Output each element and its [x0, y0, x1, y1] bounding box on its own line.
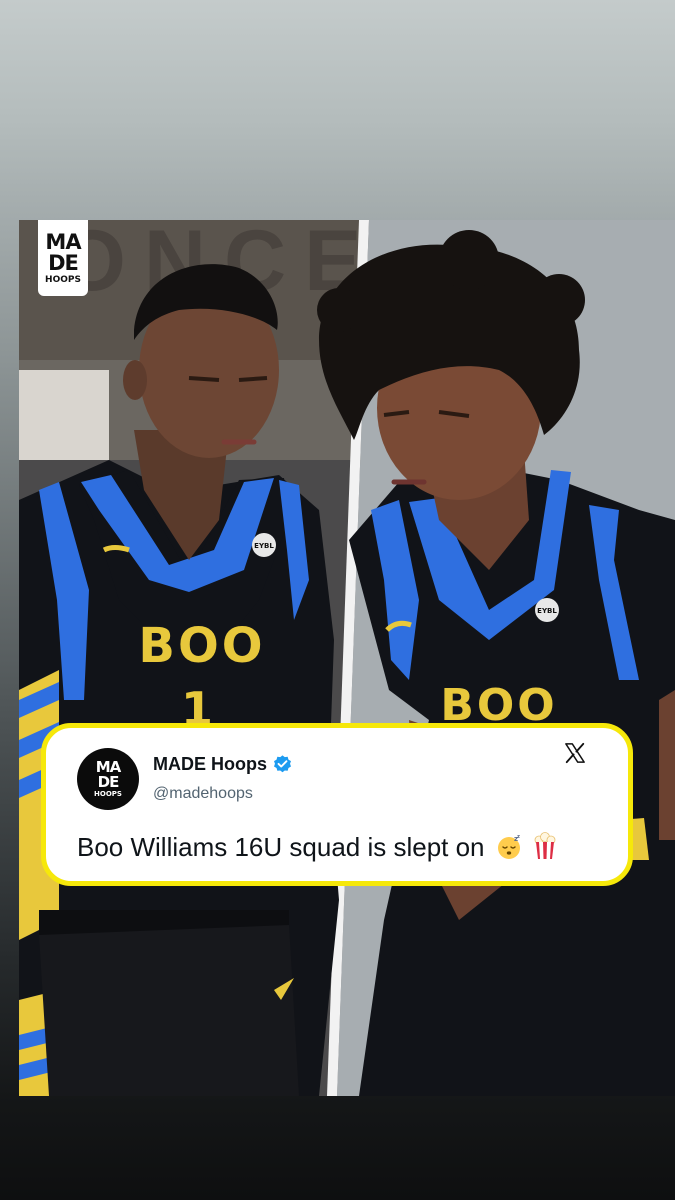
tweet-author[interactable]: MADE Hoops [153, 754, 293, 775]
logo-line-3: HOOPS [45, 274, 81, 285]
tweet-card[interactable]: MA DE HOOPS MADE Hoops @madehoops Boo Wi… [41, 723, 633, 886]
logo-line-1: MA [45, 229, 81, 254]
x-logo-icon[interactable] [564, 742, 586, 764]
avatar-line-2: DE [97, 773, 120, 791]
verified-badge-icon [274, 755, 291, 773]
tweet-text-content: Boo Williams 16U squad is slept on [77, 832, 485, 862]
logo-line-2: DE [48, 250, 79, 275]
popcorn-emoji-icon [534, 832, 556, 859]
tweet-text: Boo Williams 16U squad is slept on z z [77, 832, 557, 863]
right-patch: EYBL [537, 607, 557, 615]
author-name[interactable]: MADE Hoops [153, 754, 267, 775]
svg-text:z: z [517, 834, 520, 840]
sleeping-face-emoji-icon: z z [497, 834, 520, 859]
avatar[interactable]: MA DE HOOPS [77, 748, 139, 810]
left-jersey-team: BOO [138, 618, 265, 674]
made-hoops-logo: MA DE HOOPS [38, 220, 88, 296]
post-image: ONCE EYBL BOO 1 [19, 220, 675, 1096]
avatar-line-3: HOOPS [94, 790, 122, 798]
left-patch: EYBL [254, 542, 274, 550]
tweet-handle[interactable]: @madehoops [153, 785, 253, 803]
players-photo: ONCE EYBL BOO 1 [19, 220, 675, 1096]
